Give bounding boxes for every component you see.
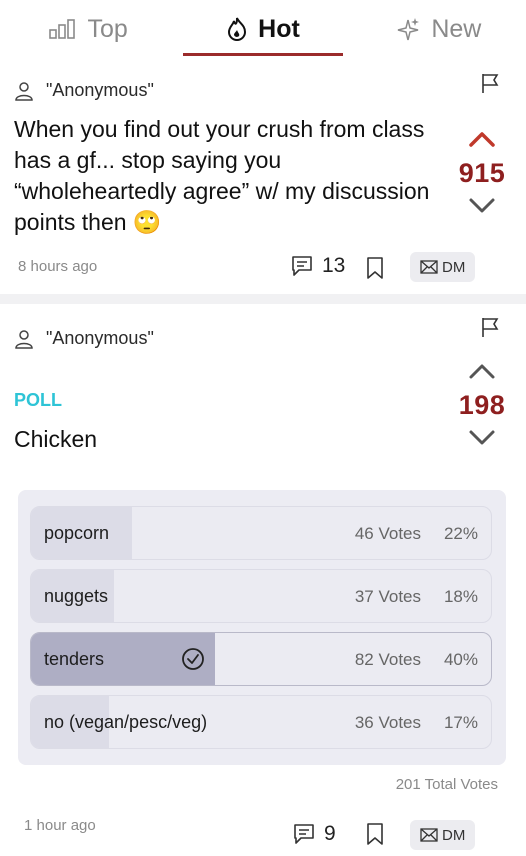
tab-new[interactable]: New [351,0,526,58]
dm-button[interactable]: DM [410,820,476,850]
poll-option-label: popcorn [44,523,110,543]
mail-icon [420,828,438,842]
poll-question: Chicken [14,426,98,452]
check-circle-icon [182,648,204,670]
tab-hot[interactable]: Hot [175,0,350,58]
poll-option-label: tenders [44,649,105,669]
person-icon [15,329,33,349]
post-author: "Anonymous" [14,80,154,101]
post-card: "Anonymous" When you find out your crush… [0,60,526,292]
post-author: "Anonymous" [14,328,154,349]
poll-option[interactable]: nuggets 37 Votes 18% [30,569,492,623]
poll-option[interactable]: popcorn 46 Votes 22% [30,506,492,560]
poll-option[interactable]: no (vegan/pesc/veg) 36 Votes 17% [30,695,492,749]
person-icon [15,81,33,101]
poll-label: POLL [14,390,62,410]
poll-option-selected[interactable]: tenders 82 Votes 40% [30,632,492,686]
sparkle-icon [398,18,420,41]
poll-options: popcorn 46 Votes 22% nuggets 37 Votes 18… [18,490,506,765]
comments-button[interactable]: 13 [290,254,345,278]
bookmark-icon[interactable] [366,256,384,280]
poll-option-votes: 37 Votes [354,587,421,606]
comment-count: 13 [322,254,346,277]
dm-label: DM [442,826,466,844]
poll-option-percent: 18% [443,587,478,606]
vote-control: 198 [452,362,512,447]
author-name: "Anonymous" [46,80,154,100]
bookmark-icon[interactable] [366,822,384,846]
dm-label: DM [442,258,466,276]
upvote-icon[interactable] [467,130,497,148]
mail-icon [420,260,438,274]
flag-icon[interactable] [480,316,500,338]
poll-option-percent: 17% [443,713,478,732]
tab-new-label: New [431,14,482,43]
poll-total-votes: 201 Total Votes [395,776,498,793]
tab-top[interactable]: Top [0,0,175,58]
poll-option-votes: 46 Votes [354,524,421,543]
poll-option-percent: 40% [443,650,478,669]
post-time: 8 hours ago [18,258,98,275]
comment-icon [294,824,314,844]
vote-score: 915 [458,158,506,188]
poll-option-label: nuggets [44,586,109,606]
flag-icon[interactable] [480,72,500,94]
post-text: When you find out your crush from class … [14,116,430,235]
tab-top-label: Top [87,14,128,43]
upvote-icon[interactable] [467,362,497,380]
poll-option-label: no (vegan/pesc/veg) [44,712,208,732]
post-divider [0,294,526,304]
post-time: 1 hour ago [24,817,96,834]
feed-tabs: Top Hot New [0,0,526,58]
downvote-icon[interactable] [467,197,497,215]
bar-chart-icon [48,19,75,39]
flame-icon [228,17,247,41]
comments-button[interactable]: 9 [292,822,336,846]
poll-option-votes: 82 Votes [354,650,421,669]
poll-option-percent: 22% [443,524,478,543]
author-name: "Anonymous" [46,328,154,348]
poll-option-votes: 36 Votes [354,713,421,732]
poll-post-card: "Anonymous" POLL Chicken 198 popcorn 46 … [0,304,526,856]
vote-score: 198 [458,390,506,420]
downvote-icon[interactable] [467,429,497,447]
tab-hot-label: Hot [258,14,300,43]
comment-icon [292,256,312,276]
vote-control: 915 [452,130,512,215]
comment-count: 9 [324,822,336,845]
dm-button[interactable]: DM [410,252,476,282]
